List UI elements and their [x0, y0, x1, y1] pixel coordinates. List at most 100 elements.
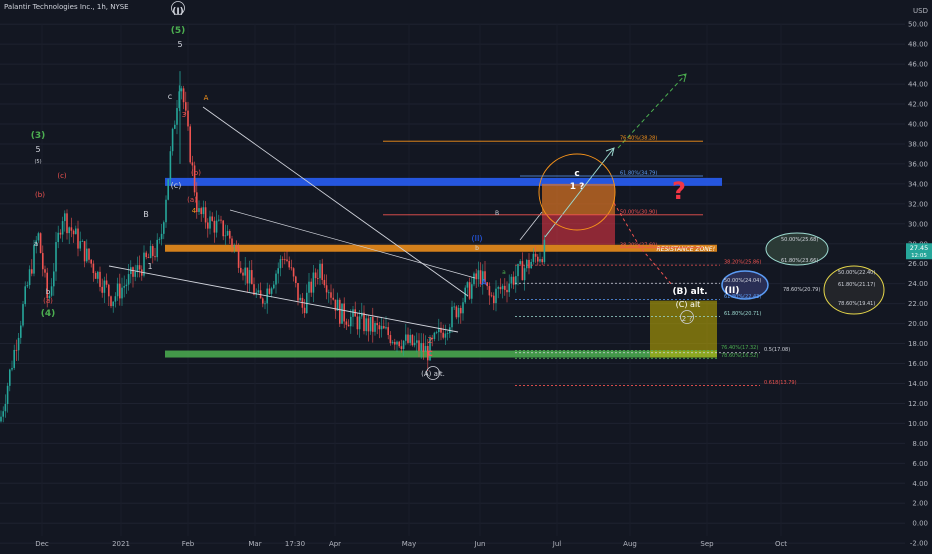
price-tick-label: 6.00 [912, 460, 928, 468]
candle-body [229, 231, 231, 239]
candle-body [81, 241, 84, 242]
candle-body [466, 282, 469, 288]
wave-label: a [34, 240, 38, 248]
date-tick-label: Dec [35, 540, 49, 548]
candle-body [114, 296, 117, 302]
candle-body [262, 298, 264, 304]
candle-body [350, 316, 352, 327]
price-tick-label: 20.00 [908, 320, 928, 328]
price-tick-label: 12.00 [908, 400, 928, 408]
price-tick-label: 24.00 [908, 280, 928, 288]
candle-body [475, 273, 477, 280]
wave-label: (II) [725, 286, 740, 296]
wave-label: 5 [35, 145, 40, 154]
price-tick-label: 16.00 [908, 360, 928, 368]
candle-body [457, 307, 460, 318]
side-note-label: 50.00%(22.40) [838, 270, 875, 276]
candle-body [99, 271, 101, 287]
candle-body [451, 306, 453, 328]
wave-label: B [143, 210, 149, 219]
candle-body [398, 341, 400, 347]
price-tick-label: 30.00 [908, 220, 928, 228]
wave-label: (4) [41, 309, 56, 319]
candle-body [167, 179, 169, 200]
candle-body [539, 259, 541, 262]
candle-body [411, 334, 414, 346]
candle-body [17, 337, 20, 351]
candle-body [44, 269, 46, 273]
candle-body [79, 241, 81, 249]
candle-body [356, 316, 359, 330]
date-tick-label: Oct [775, 540, 787, 548]
candle-body [385, 327, 387, 329]
price-chart[interactable]: RESISTANCE ZONE! 76.40%(38.28) 61.80%(34.… [0, 0, 932, 550]
candle-body [477, 270, 480, 280]
wave-label: (3) [31, 131, 46, 141]
candle-body [50, 286, 53, 296]
candle-body [268, 288, 271, 294]
candle-body [495, 288, 497, 304]
candle-body [176, 108, 178, 125]
candle-body [330, 292, 332, 298]
candle-body [409, 334, 411, 343]
candle-body [119, 283, 121, 299]
candle-body [405, 334, 407, 341]
date-tick-label: Feb [182, 540, 195, 548]
candle-body [198, 208, 200, 212]
candle-body [510, 276, 513, 284]
candle-body [90, 259, 92, 264]
candle-body [163, 222, 165, 234]
candle-body [187, 110, 189, 127]
candle-body [257, 290, 260, 293]
candle-body [0, 416, 2, 422]
candle-body [506, 289, 508, 293]
candle-body [116, 283, 119, 297]
candle-body [180, 88, 183, 92]
candle-body [389, 335, 392, 344]
price-tick-label: 18.00 [908, 340, 928, 348]
currency-label: USD [913, 7, 928, 15]
wave-label: c [427, 348, 433, 359]
candle-body [233, 245, 235, 247]
candle-body [339, 299, 341, 324]
price-tick-label: 10.00 [908, 420, 928, 428]
candle-body [246, 267, 249, 284]
date-tick-label: 2021 [112, 540, 130, 548]
candle-body [321, 263, 323, 280]
candle-body [323, 279, 326, 286]
candle-body [215, 220, 218, 233]
side-note-label: 61.80%(23.66) [781, 258, 818, 264]
candle-body [2, 411, 4, 417]
candle-body [200, 208, 202, 215]
price-tick-label: 48.00 [908, 41, 928, 49]
candle-body [534, 253, 537, 257]
candle-body [125, 284, 128, 287]
candle-body [288, 261, 290, 268]
candle-body [490, 295, 493, 297]
candle-body [121, 287, 123, 299]
wave-label: (II) [472, 234, 483, 243]
candle-body [61, 221, 64, 235]
candle-body [160, 233, 163, 240]
candle-body [134, 271, 136, 277]
candle-body [138, 265, 141, 270]
candle-body [264, 303, 266, 305]
candle-body [367, 318, 370, 332]
candle-body [75, 228, 77, 235]
candle-body [57, 232, 59, 243]
fib-level-label: 76.40%(38.28) [620, 136, 657, 142]
candle-body [292, 268, 295, 277]
candle-body [112, 301, 114, 307]
candle-body [394, 341, 396, 345]
candle-body [521, 261, 524, 281]
wave-label: (c) [57, 172, 67, 180]
fib-level-label: 61.80%(20.71) [724, 311, 761, 317]
candle-body [86, 248, 88, 262]
candle-body [358, 316, 361, 330]
candle-body [418, 340, 420, 351]
candle-body [191, 162, 194, 166]
candle-body [446, 333, 449, 334]
price-tick-label: 26.00 [908, 260, 928, 268]
candle-body [171, 128, 174, 152]
candle-body [169, 151, 172, 180]
